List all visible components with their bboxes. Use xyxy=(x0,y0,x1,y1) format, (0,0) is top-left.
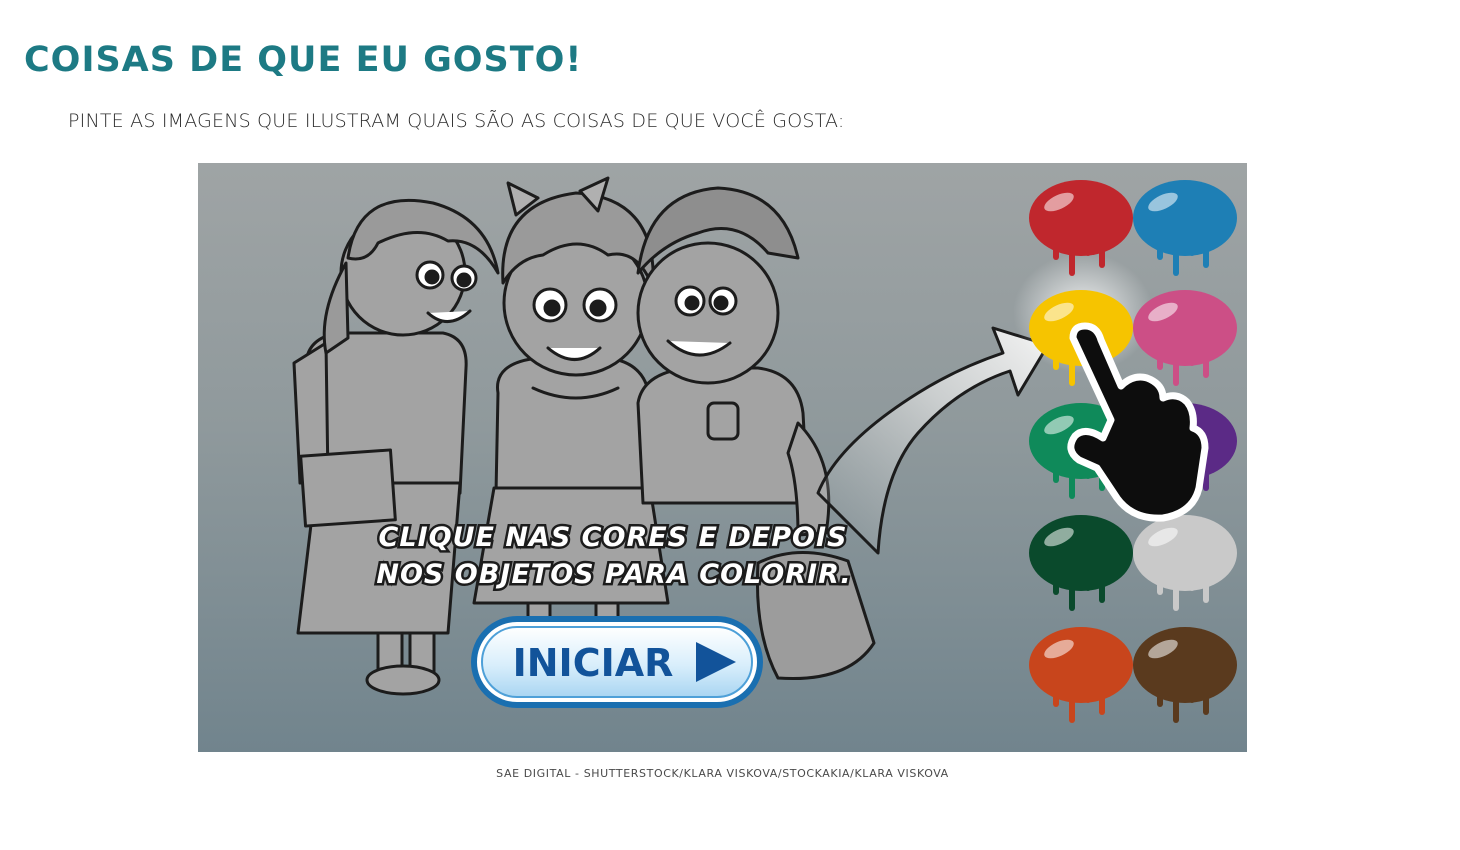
paint-pink-swatch[interactable] xyxy=(1133,290,1237,386)
start-button[interactable]: INICIAR xyxy=(471,616,763,708)
instruction-text: PINTE AS IMAGENS QUE ILUSTRAM QUAIS SÃO … xyxy=(68,110,845,132)
paint-orange-swatch[interactable] xyxy=(1029,627,1133,723)
girl-left-figure xyxy=(292,198,500,696)
game-prompt-line-1: CLIQUE NAS CORES E DEPOIS xyxy=(379,522,848,553)
image-credit: SAE DIGITAL - SHUTTERSTOCK/KLARA VISKOVA… xyxy=(496,767,949,780)
boy-right-figure xyxy=(636,186,876,681)
paint-light-gray-swatch[interactable] xyxy=(1133,515,1237,611)
start-button-label: INICIAR xyxy=(513,641,674,685)
coloring-game-canvas[interactable]: CLIQUE NAS CORES E DEPOIS NOS OBJETOS PA… xyxy=(198,163,1247,752)
paint-blue-swatch[interactable] xyxy=(1133,180,1237,276)
curved-arrow-graphic xyxy=(816,326,1050,555)
paint-dark-green-swatch[interactable] xyxy=(1029,515,1133,611)
game-prompt-line-2: NOS OBJETOS PARA COLORIR. xyxy=(376,559,851,590)
paint-brown-swatch[interactable] xyxy=(1133,627,1237,723)
page-title: COISAS DE QUE EU GOSTO! xyxy=(24,40,583,80)
